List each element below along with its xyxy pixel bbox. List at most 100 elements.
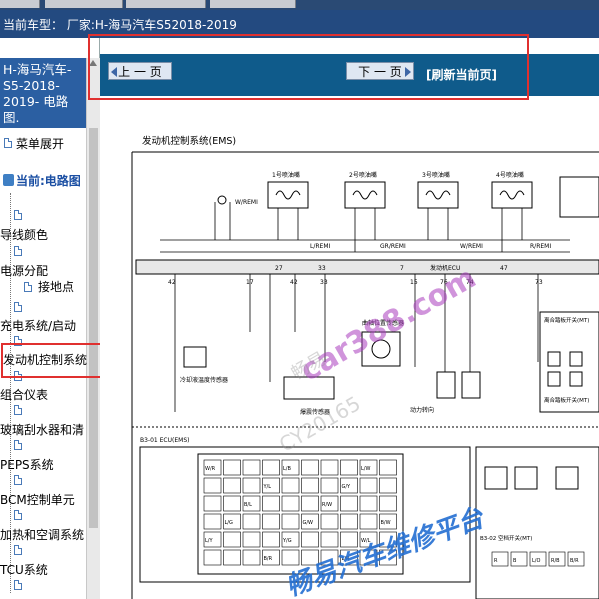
- main-content: 上 一 页 下 一 页 [刷新当前页] 发动机控制系统(EMS) 1号喷油嘴 2…: [88, 34, 599, 599]
- ecu-pin-cell: [379, 531, 397, 548]
- svg-text:42: 42: [290, 279, 298, 286]
- sidebar-item-ground-points[interactable]: 接地点: [38, 278, 86, 295]
- ecu-pin-cell: [301, 477, 319, 494]
- svg-text:7: 7: [400, 265, 404, 272]
- page-icon: [14, 405, 22, 415]
- menu-toggle[interactable]: 菜单展开: [16, 135, 102, 152]
- nav-highlight-box: [88, 34, 529, 100]
- ecu-pin-cell: [359, 549, 378, 566]
- ecu-pin-cell: [262, 513, 280, 530]
- ecu-pin-label: L/Y: [205, 538, 213, 544]
- svg-text:发动机ECU: 发动机ECU: [430, 264, 460, 272]
- sidebar-item-peps[interactable]: PEPS系统: [0, 456, 86, 473]
- ecu-pin-label: G/Y: [342, 484, 352, 490]
- svg-text:动力转向: 动力转向: [410, 406, 434, 414]
- sidebar-item-instrument-cluster[interactable]: 组合仪表: [0, 386, 86, 403]
- svg-text:1号喷油嘴: 1号喷油嘴: [272, 171, 300, 179]
- svg-text:2号喷油嘴: 2号喷油嘴: [349, 171, 377, 179]
- sidebar-item-charging-starting[interactable]: 充电系统/启动: [0, 317, 86, 334]
- svg-text:17: 17: [246, 279, 254, 286]
- power-steering-switch: 动力转向: [410, 371, 481, 414]
- svg-text:4号喷油嘴: 4号喷油嘴: [496, 171, 524, 179]
- svg-text:42: 42: [168, 279, 176, 286]
- ecu-pin-cell: [262, 459, 280, 476]
- ecu-pin-cell: [379, 549, 397, 566]
- injector-1: 1号喷油嘴: [267, 171, 309, 209]
- page-icon: [14, 302, 22, 312]
- wiring-diagram-svg: 发动机控制系统(EMS) 1号喷油嘴 2号喷油嘴 3号喷油嘴 4号喷油嘴 W/R…: [131, 135, 599, 599]
- injector-2: 2号喷油嘴: [344, 171, 386, 209]
- sidebar-item-wiper-washer[interactable]: 玻璃刮水器和清: [0, 421, 86, 438]
- svg-text:27: 27: [275, 265, 283, 272]
- page-icon: [24, 282, 32, 292]
- ecu-pin-cell: [379, 495, 397, 512]
- page-icon: [14, 580, 22, 590]
- sidebar-item-wire-colors[interactable]: 导线颜色: [0, 226, 86, 243]
- ecu-pin-cell: [223, 495, 241, 512]
- current-location-label[interactable]: 当前:电路图: [0, 172, 86, 191]
- svg-text:33: 33: [318, 265, 326, 272]
- selected-item-highlight: [1, 343, 105, 378]
- wiring-diagram[interactable]: 发动机控制系统(EMS) 1号喷油嘴 2号喷油嘴 3号喷油嘴 4号喷油嘴 W/R…: [100, 122, 599, 599]
- svg-text:冷却液温度传感器: 冷却液温度传感器: [180, 376, 228, 384]
- clutch-switch-panel: 离合踏板开关(MT) 离合踏板开关(MT): [539, 311, 599, 413]
- page-icon: [14, 210, 22, 220]
- svg-text:离合踏板开关(MT): 离合踏板开关(MT): [544, 396, 589, 404]
- ecu-pin-cell: [203, 495, 222, 512]
- ecu-pin-cell: [359, 477, 378, 494]
- coolant-temp-sensor: 冷却液温度传感器: [180, 346, 228, 384]
- ecu-pin-cell: [340, 531, 358, 548]
- svg-text:73: 73: [535, 279, 543, 286]
- ecu-pin-cell: [379, 477, 397, 494]
- svg-text:B3-02 空档开关(MT): B3-02 空档开关(MT): [480, 534, 532, 542]
- ecu-pin-cell: [281, 495, 300, 512]
- page-icon: [14, 440, 22, 450]
- connector-pin-label: L/O: [532, 558, 540, 564]
- svg-text:15: 15: [410, 279, 418, 286]
- svg-text:47: 47: [500, 265, 508, 272]
- ecu-pin-cell: [242, 477, 261, 494]
- ecu-pin-cell: [379, 459, 397, 476]
- sidebar-item-tcu[interactable]: TCU系统: [0, 561, 86, 578]
- svg-text:W/REMI: W/REMI: [235, 199, 258, 206]
- injector-4: 4号喷油嘴: [491, 171, 533, 209]
- ecu-pin-cell: [281, 477, 300, 494]
- ecu-pin-cell: [301, 459, 319, 476]
- ecu-pin-cell: [320, 513, 339, 530]
- ecu-pin-cell: [242, 531, 261, 548]
- ecu-pin-cell: [203, 549, 222, 566]
- svg-text:74: 74: [466, 279, 474, 286]
- sidebar-item-bcm[interactable]: BCM控制单元: [0, 491, 86, 508]
- current-vehicle-text: 当前车型： 厂家:H-海马汽车S52018-2019: [3, 18, 237, 32]
- ecu-pin-label: Y/G: [282, 538, 292, 544]
- connector-pin-label: R: [494, 558, 498, 564]
- svg-text:GR/REMI: GR/REMI: [380, 243, 406, 250]
- svg-text:爆震传感器: 爆震传感器: [300, 408, 330, 416]
- svg-text:R/REMI: R/REMI: [530, 243, 551, 250]
- scroll-thumb[interactable]: [89, 128, 98, 528]
- svg-text:曲轴位置传感器: 曲轴位置传感器: [362, 319, 404, 327]
- top-tab[interactable]: [210, 0, 296, 8]
- sidebar-item-hvac[interactable]: 加热和空调系统: [0, 526, 86, 543]
- ecu-pin-cell: [242, 459, 261, 476]
- svg-text:L/REMI: L/REMI: [310, 243, 331, 250]
- ecu-pin-label: L/B: [283, 466, 291, 472]
- ecu-pin-label: W/R: [205, 466, 216, 472]
- sidebar-item-power-distribution[interactable]: 电源分配: [0, 262, 86, 279]
- ecu-pin-cell: [242, 513, 261, 530]
- svg-text:离合踏板开关(MT): 离合踏板开关(MT): [544, 316, 589, 324]
- ecu-pin-cell: [281, 513, 300, 530]
- page-icon: [14, 545, 22, 555]
- svg-text:W/REMI: W/REMI: [460, 243, 483, 250]
- ecu-pin-cell: [340, 459, 358, 476]
- ecu-pin-label: B/L: [244, 502, 252, 508]
- ecu-pin-cell: [223, 459, 241, 476]
- top-tab[interactable]: [45, 0, 123, 8]
- top-tab-strip: [0, 0, 599, 10]
- ecu-pin-label: B/W: [381, 520, 391, 526]
- ecu-pin-cell: [340, 513, 358, 530]
- ecu-pin-cell: [359, 495, 378, 512]
- connector-pin-label: B/R: [570, 558, 579, 564]
- top-tab[interactable]: [0, 0, 40, 8]
- top-tab[interactable]: [126, 0, 206, 8]
